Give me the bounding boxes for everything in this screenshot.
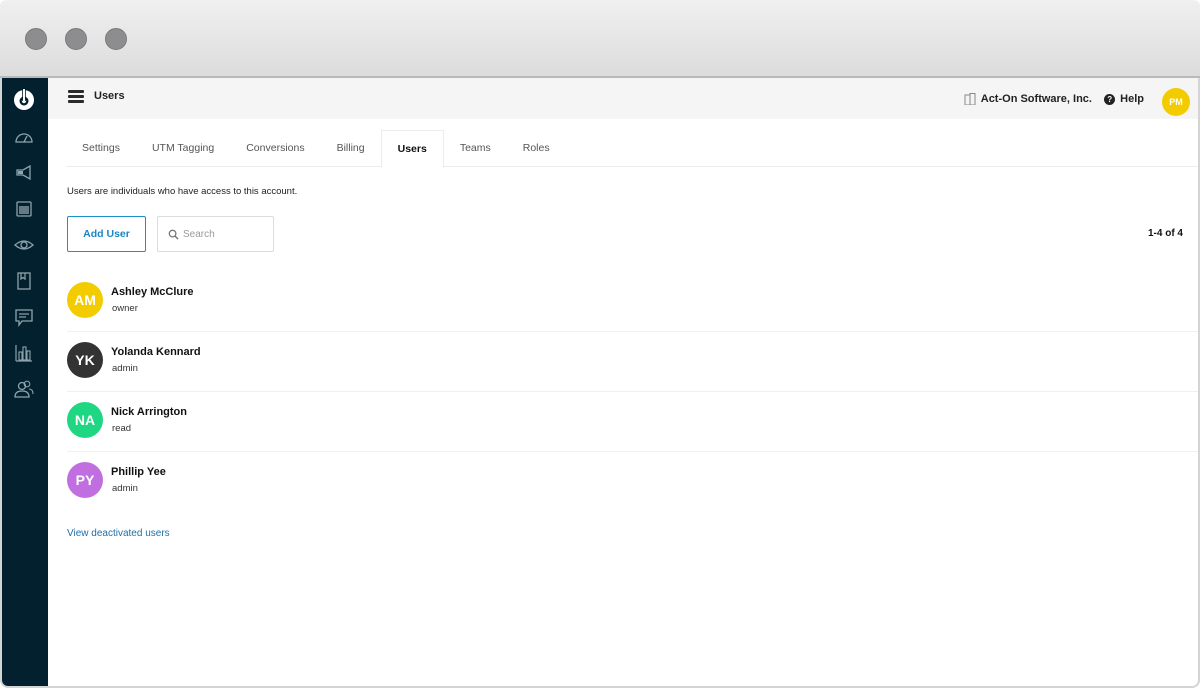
- hamburger-menu-icon[interactable]: [68, 90, 84, 103]
- user-row[interactable]: PY Phillip Yee admin: [67, 452, 1198, 512]
- help-link[interactable]: ? Help: [1104, 93, 1144, 105]
- calendar-icon[interactable]: [14, 199, 34, 219]
- pagination-count: 1-4 of 4: [1147, 228, 1183, 239]
- app-frame: Users Act-On Software, Inc. ? Help PM Se…: [0, 78, 1200, 688]
- user-name[interactable]: Yolanda Kennard: [111, 346, 201, 358]
- settings-tabs: Settings UTM Tagging Conversions Billing Use…: [66, 130, 1198, 168]
- window-close-button[interactable]: [25, 28, 47, 50]
- contacts-people-icon[interactable]: [14, 379, 34, 399]
- user-avatar: PY: [67, 462, 103, 498]
- tab-roles[interactable]: Roles: [507, 130, 566, 167]
- help-label: Help: [1120, 93, 1144, 105]
- question-circle-icon: ?: [1104, 93, 1116, 105]
- sidebar-nav: [2, 78, 48, 686]
- tab-billing[interactable]: Billing: [321, 130, 381, 167]
- company-name: Act-On Software, Inc.: [980, 93, 1092, 105]
- browser-window: Users Act-On Software, Inc. ? Help PM Se…: [0, 0, 1200, 688]
- user-avatar-menu[interactable]: PM: [1162, 88, 1190, 116]
- user-role: admin: [112, 363, 138, 374]
- user-row[interactable]: NA Nick Arrington read: [67, 392, 1198, 452]
- user-row[interactable]: AM Ashley McClure owner: [67, 272, 1198, 332]
- tab-settings[interactable]: Settings: [66, 130, 136, 167]
- user-name[interactable]: Phillip Yee: [111, 466, 166, 478]
- search-input[interactable]: [183, 228, 273, 240]
- user-avatar: YK: [67, 342, 103, 378]
- window-titlebar: [0, 0, 1200, 78]
- bookmark-book-icon[interactable]: [14, 271, 34, 291]
- user-name[interactable]: Ashley McClure: [111, 286, 194, 298]
- account-switcher[interactable]: Act-On Software, Inc.: [964, 93, 1092, 105]
- user-role: admin: [112, 483, 138, 494]
- tab-utm-tagging[interactable]: UTM Tagging: [136, 130, 230, 167]
- add-user-button[interactable]: Add User: [67, 216, 146, 252]
- search-icon: [168, 229, 179, 240]
- page-title: Users: [94, 90, 125, 102]
- window-minimize-button[interactable]: [65, 28, 87, 50]
- user-role: read: [112, 423, 132, 434]
- dashboard-gauge-icon[interactable]: [14, 127, 34, 147]
- view-deactivated-users-link[interactable]: View deactivated users: [67, 528, 170, 539]
- search-field[interactable]: [157, 216, 274, 252]
- top-bar: Users Act-On Software, Inc. ? Help PM: [48, 78, 1198, 119]
- page-description: Users are individuals who have access to…: [67, 186, 298, 197]
- user-list: AM Ashley McClure owner YK Yolanda Kennard ad…: [67, 272, 1198, 512]
- user-avatar: AM: [67, 282, 103, 318]
- building-icon: [964, 93, 976, 105]
- user-name[interactable]: Nick Arrington: [111, 406, 187, 418]
- chat-bubble-icon[interactable]: [14, 307, 34, 327]
- user-avatar: NA: [67, 402, 103, 438]
- user-role: owner: [112, 303, 138, 314]
- user-row[interactable]: YK Yolanda Kennard admin: [67, 332, 1198, 392]
- window-maximize-button[interactable]: [105, 28, 127, 50]
- tab-conversions[interactable]: Conversions: [230, 130, 320, 167]
- bar-chart-icon[interactable]: [14, 343, 34, 363]
- power-logo-icon[interactable]: [12, 87, 36, 111]
- tab-teams[interactable]: Teams: [444, 130, 507, 167]
- megaphone-icon[interactable]: [14, 163, 34, 183]
- eye-icon[interactable]: [14, 235, 34, 255]
- tab-users[interactable]: Users: [380, 130, 444, 168]
